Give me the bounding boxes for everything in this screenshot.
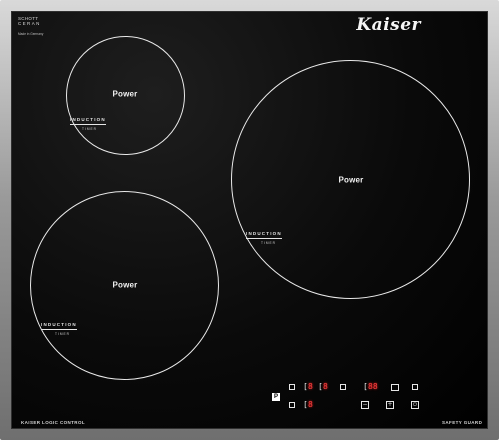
minus-button[interactable]: − <box>361 401 369 409</box>
timer-clock-icon[interactable] <box>391 384 399 391</box>
induction-underline <box>41 329 77 330</box>
power-level-display: 8 <box>308 382 314 391</box>
power-level-display: 8 <box>323 382 329 391</box>
power-level-display: 8 <box>308 400 314 409</box>
timer-label: TIMER <box>261 241 276 245</box>
logic-control-label: KAISER LOGIC CONTROL <box>21 420 85 425</box>
zone-power-label: Power <box>112 280 138 290</box>
induction-underline <box>246 238 282 239</box>
pause-button[interactable]: P <box>272 393 280 401</box>
power-on-off-button[interactable]: ⏻ <box>411 401 419 409</box>
schott-ceran-mark: SCHOTT CERAN <box>18 16 41 26</box>
timer-display: 88 <box>368 382 378 391</box>
induction-label: INDUCTION <box>70 117 106 122</box>
induction-label: INDUCTION <box>41 322 77 327</box>
safety-guard-label: SAFETY GUARD <box>442 420 483 425</box>
induction-underline <box>70 124 106 125</box>
timer-label: TIMER <box>55 332 70 336</box>
made-in-germany-text: Made in Germany <box>18 32 44 36</box>
ceran-text: CERAN <box>18 20 41 26</box>
zone-select-key[interactable] <box>412 384 418 390</box>
plus-button[interactable]: + <box>386 401 394 409</box>
zone-power-label: Power <box>112 89 138 99</box>
zone-select-key[interactable] <box>289 402 295 408</box>
kaiser-logo: Kaiser <box>356 15 421 35</box>
induction-label: INDUCTION <box>246 231 282 236</box>
zone-power-label: Power <box>338 175 364 185</box>
timer-label: TIMER <box>82 127 97 131</box>
zone-select-key[interactable] <box>340 384 346 390</box>
zone-select-key[interactable] <box>289 384 295 390</box>
